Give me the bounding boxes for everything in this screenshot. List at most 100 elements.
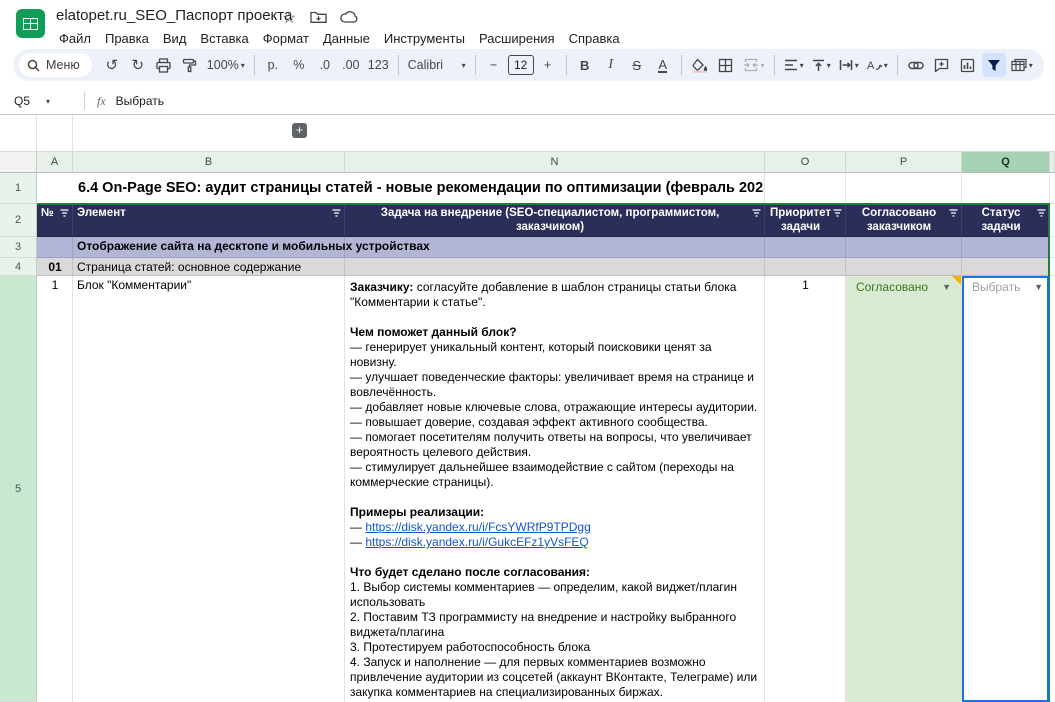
menu-data[interactable]: Данные bbox=[316, 30, 377, 47]
text-rotation-button[interactable]: A ▾ bbox=[864, 53, 891, 77]
undo-button[interactable]: ↺ bbox=[100, 53, 124, 77]
menu-view[interactable]: Вид bbox=[156, 30, 194, 47]
insert-comment-button[interactable] bbox=[930, 53, 954, 77]
font-size-input[interactable]: 12 bbox=[508, 55, 534, 75]
svg-text:A: A bbox=[867, 60, 875, 72]
star-icon[interactable]: ☆ bbox=[282, 8, 296, 28]
currency-format-button[interactable]: р. bbox=[261, 53, 285, 77]
cell-q1[interactable] bbox=[962, 173, 1050, 204]
cell-o1[interactable] bbox=[765, 173, 846, 204]
paint-format-button[interactable] bbox=[178, 53, 202, 77]
percent-format-button[interactable]: % bbox=[287, 53, 311, 77]
cell-o2-header-priority[interactable]: Приоритет задачи bbox=[765, 204, 846, 237]
filter-views-button[interactable]: ▾ bbox=[1008, 53, 1036, 77]
task-link[interactable]: https://disk.yandex.ru/i/FcsYWRfP9TPDgg bbox=[365, 520, 590, 534]
menu-edit[interactable]: Правка bbox=[98, 30, 156, 47]
bold-button[interactable]: B bbox=[573, 53, 597, 77]
create-filter-button[interactable] bbox=[982, 53, 1006, 77]
zoom-select[interactable]: 100%▾ bbox=[204, 53, 248, 77]
menu-help[interactable]: Справка bbox=[562, 30, 627, 47]
row-header-1[interactable]: 1 bbox=[0, 173, 37, 204]
decrease-font-size-button[interactable]: − bbox=[482, 53, 506, 77]
cell-q3[interactable] bbox=[962, 237, 1050, 258]
row-header-5[interactable]: 5 bbox=[0, 276, 37, 702]
column-header-b[interactable]: B bbox=[73, 152, 345, 173]
menu-tools[interactable]: Инструменты bbox=[377, 30, 472, 47]
formula-input[interactable]: Выбрать bbox=[116, 94, 164, 108]
column-group-strip: + bbox=[73, 115, 1055, 152]
text-color-button[interactable]: A bbox=[658, 58, 667, 73]
fill-color-button[interactable] bbox=[688, 53, 712, 77]
vertical-align-button[interactable]: ▾ bbox=[809, 53, 834, 77]
cell-p1[interactable] bbox=[846, 173, 962, 204]
cell-q2-header-status[interactable]: Статус задачи bbox=[962, 204, 1050, 237]
dropdown-arrow-icon: ▼ bbox=[942, 282, 951, 292]
cell-n2-header-task[interactable]: Задача на внедрение (SEO-специалистом, п… bbox=[345, 204, 765, 237]
strikethrough-button[interactable]: S bbox=[625, 53, 649, 77]
task-link[interactable]: https://disk.yandex.ru/i/GukcEFz1yVsFEQ bbox=[365, 535, 588, 549]
cell-o4[interactable] bbox=[765, 258, 846, 276]
cell-p3[interactable] bbox=[846, 237, 962, 258]
filter-icon bbox=[60, 209, 69, 217]
cell-a4[interactable]: 01 bbox=[37, 258, 73, 276]
cell-a2-header-num[interactable]: № bbox=[37, 204, 73, 237]
cloud-status-icon[interactable] bbox=[340, 10, 359, 24]
text-wrap-button[interactable]: ▾ bbox=[836, 53, 862, 77]
font-select[interactable]: Calibri▾ bbox=[405, 53, 469, 77]
sheets-logo-icon[interactable] bbox=[16, 9, 45, 38]
column-header-p[interactable]: P bbox=[846, 152, 962, 173]
menu-insert[interactable]: Вставка bbox=[193, 30, 255, 47]
name-box[interactable]: Q5 ▾ bbox=[0, 94, 76, 108]
italic-button[interactable]: I bbox=[599, 53, 623, 77]
cell-b2-header-element[interactable]: Элемент bbox=[73, 204, 345, 237]
redo-button[interactable]: ↻ bbox=[126, 53, 150, 77]
spreadsheet-grid: + A B N O P Q 1 6.4 On-Page SEO: аудит с… bbox=[0, 115, 1055, 702]
increase-font-size-button[interactable]: + bbox=[536, 53, 560, 77]
cell-a5[interactable]: 1 bbox=[37, 276, 73, 702]
column-header-n[interactable]: N bbox=[345, 152, 765, 173]
increase-decimal-button[interactable]: .00 bbox=[339, 53, 363, 77]
menu-file[interactable]: Файл bbox=[52, 30, 98, 47]
cell-b3-section[interactable]: Отображение сайта на десктопе и мобильны… bbox=[73, 237, 345, 258]
cell-b4-subsection[interactable]: Страница статей: основное содержание bbox=[73, 258, 345, 276]
row-header-2[interactable]: 2 bbox=[0, 204, 37, 237]
horizontal-align-button[interactable]: ▾ bbox=[781, 53, 807, 77]
dropdown-arrow-icon: ▼ bbox=[1034, 282, 1043, 292]
cell-q5-status-dropdown[interactable]: Выбрать ▼ bbox=[962, 276, 1050, 702]
cell-a1[interactable] bbox=[37, 173, 73, 204]
select-all-corner[interactable] bbox=[0, 152, 37, 173]
print-button[interactable] bbox=[152, 53, 176, 77]
menu-extensions[interactable]: Расширения bbox=[472, 30, 562, 47]
cell-n5-task[interactable]: Заказчику: согласуйте добавление в шабло… bbox=[345, 276, 765, 702]
decrease-decimal-button[interactable]: .0 bbox=[313, 53, 337, 77]
menu-format[interactable]: Формат bbox=[256, 30, 316, 47]
cell-b5-element[interactable]: Блок "Комментарии" bbox=[73, 276, 345, 702]
row-header-4[interactable]: 4 bbox=[0, 258, 37, 276]
cell-q4[interactable] bbox=[962, 258, 1050, 276]
column-header-o[interactable]: O bbox=[765, 152, 846, 173]
filter-icon bbox=[949, 209, 958, 217]
search-menus-button[interactable]: Меню bbox=[19, 53, 92, 77]
cell-o5-priority[interactable]: 1 bbox=[765, 276, 846, 702]
document-title[interactable]: elatopet.ru_SEO_Паспорт проекта bbox=[56, 7, 292, 24]
move-folder-icon[interactable] bbox=[310, 10, 327, 24]
titlebar: elatopet.ru_SEO_Паспорт проекта ☆ Файл П… bbox=[0, 0, 1055, 47]
insert-link-button[interactable] bbox=[904, 53, 928, 77]
cell-p5-approved-dropdown[interactable]: Согласовано ▼ bbox=[846, 276, 962, 702]
row-header-3[interactable]: 3 bbox=[0, 237, 37, 258]
merge-cells-button[interactable]: ▾ bbox=[740, 53, 768, 77]
column-header-a[interactable]: A bbox=[37, 152, 73, 173]
cell-p2-header-approved[interactable]: Согласовано заказчиком bbox=[846, 204, 962, 237]
active-cell-reference: Q5 bbox=[14, 94, 30, 108]
cell-a3[interactable] bbox=[37, 237, 73, 258]
borders-button[interactable] bbox=[714, 53, 738, 77]
cell-p4[interactable] bbox=[846, 258, 962, 276]
filter-icon bbox=[1037, 209, 1046, 217]
number-format-button[interactable]: 123 bbox=[365, 53, 392, 77]
column-header-q[interactable]: Q bbox=[962, 152, 1050, 173]
cell-o3[interactable] bbox=[765, 237, 846, 258]
cell-n4[interactable] bbox=[345, 258, 765, 276]
insert-chart-button[interactable] bbox=[956, 53, 980, 77]
cell-b1-title[interactable]: 6.4 On-Page SEO: аудит страницы статей -… bbox=[73, 173, 765, 204]
expand-column-group-button[interactable]: + bbox=[292, 123, 307, 138]
